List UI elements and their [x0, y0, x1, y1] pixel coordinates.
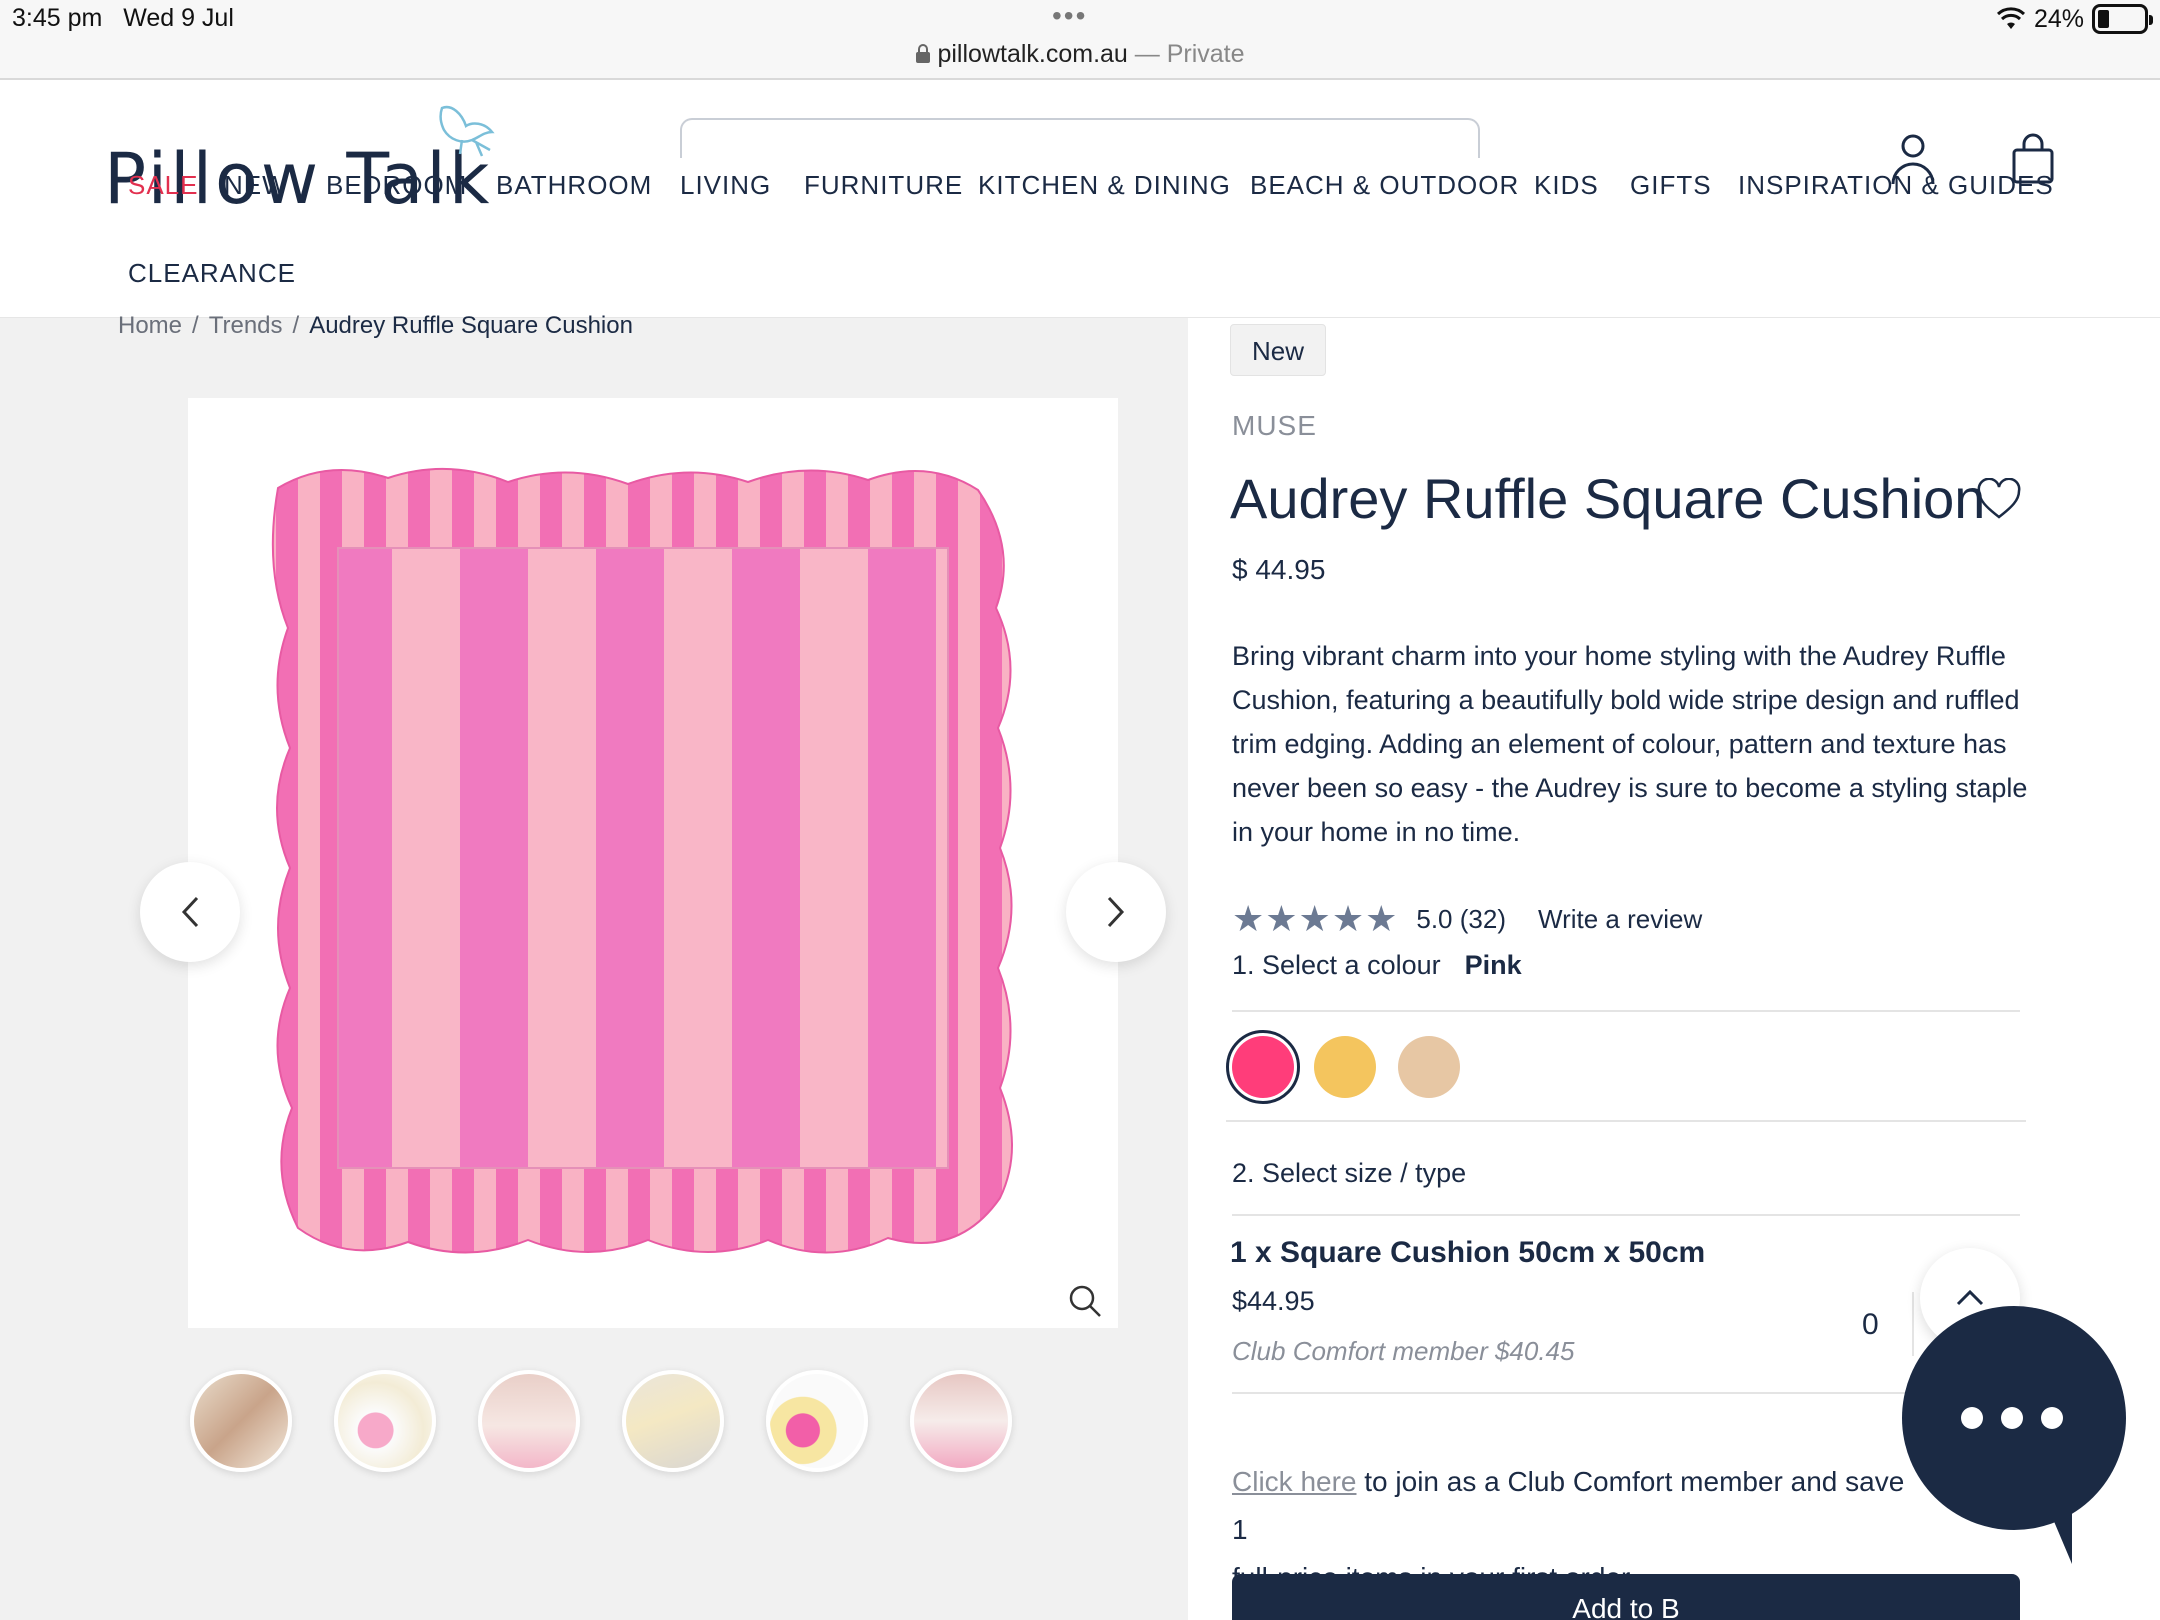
size-option-price: $44.95 — [1232, 1286, 1315, 1316]
thumbnail-1[interactable] — [190, 1370, 292, 1472]
nav-sale[interactable]: SALE — [128, 170, 199, 201]
product-description: Bring vibrant charm into your home styli… — [1232, 641, 2028, 847]
chat-button[interactable] — [1900, 1302, 2130, 1572]
nav-gifts[interactable]: GIFTS — [1630, 170, 1712, 201]
prev-image-button[interactable] — [140, 862, 240, 962]
thumbnail-6[interactable] — [910, 1370, 1012, 1472]
nav-furniture[interactable]: FURNITURE — [804, 170, 963, 201]
breadcrumb-home[interactable]: Home — [118, 312, 182, 339]
nav-new[interactable]: NEW — [224, 170, 288, 201]
breadcrumb: Home / Trends / Audrey Ruffle Square Cushion — [118, 312, 633, 340]
new-badge: New — [1230, 324, 1326, 376]
url-text: pillowtalk.com.au — [937, 40, 1128, 68]
selected-colour: Pink — [1464, 950, 1522, 980]
address-bar[interactable]: pillowtalk.com.au — Private — [0, 40, 2160, 69]
breadcrumb-separator: / — [192, 312, 199, 339]
private-label: — Private — [1127, 40, 1245, 68]
size-option-name: 1 x Square Cushion 50cm x 50cm — [1230, 1236, 1706, 1269]
add-to-bag-button[interactable]: Add to B — [1232, 1574, 2020, 1620]
swatch-pink-selected[interactable] — [1226, 1030, 1300, 1104]
thumbnail-2[interactable] — [334, 1370, 436, 1472]
status-indicators: 24% — [1996, 4, 2154, 34]
chevron-left-icon — [181, 896, 199, 928]
nav-kitchen-dining[interactable]: KITCHEN & DINING — [978, 170, 1231, 201]
rating-score: 5.0 (32) — [1416, 904, 1506, 935]
tab-handle-dots[interactable]: ••• — [1052, 0, 1087, 32]
dove-logo-icon — [439, 105, 495, 157]
nav-bathroom[interactable]: BATHROOM — [496, 170, 652, 201]
nav-living[interactable]: LIVING — [680, 170, 771, 201]
clock-date: Wed 9 Jul — [123, 4, 234, 32]
chat-dot-icon — [2001, 1407, 2023, 1429]
battery-percent: 24% — [2034, 4, 2085, 33]
write-review-link[interactable]: Write a review — [1538, 904, 1702, 935]
status-bar: 3:45 pm Wed 9 Jul ••• pillowtalk.com.au … — [0, 0, 2160, 80]
product-title: Audrey Ruffle Square Cushion — [1230, 467, 1986, 530]
quantity-value[interactable]: 0 — [1862, 1308, 1879, 1342]
product-brand[interactable]: MUSE — [1232, 410, 1317, 442]
star-rating[interactable]: ★★★★★ — [1232, 898, 1398, 940]
rating-row: ★★★★★ 5.0 (32) Write a review — [1232, 898, 1702, 940]
swatch-pink — [1232, 1036, 1294, 1098]
rating-value: 5.0 — [1416, 903, 1453, 934]
breadcrumb-current: Audrey Ruffle Square Cushion — [309, 312, 633, 339]
step1-text: 1. Select a colour — [1232, 950, 1441, 980]
swatch-yellow[interactable] — [1314, 1036, 1376, 1098]
chat-dot-icon — [2041, 1407, 2063, 1429]
nav-bedroom[interactable]: BEDROOM — [326, 170, 467, 201]
review-count: (32) — [1459, 903, 1507, 934]
account-icon[interactable] — [1888, 130, 1938, 186]
nav-clearance[interactable]: CLEARANCE — [128, 258, 296, 289]
zoom-icon[interactable] — [1068, 1284, 1102, 1318]
colour-step-label: 1. Select a colour Pink — [1232, 950, 1522, 981]
status-time: 3:45 pm Wed 9 Jul — [12, 4, 234, 33]
divider — [1232, 1214, 2020, 1216]
cushion-image — [271, 467, 1013, 1254]
wifi-icon — [1996, 7, 2026, 29]
heart-icon[interactable] — [1976, 478, 2022, 520]
chat-dot-icon — [1961, 1407, 1983, 1429]
divider — [1232, 1010, 2020, 1012]
thumbnail-3[interactable] — [478, 1370, 580, 1472]
swatch-beige[interactable] — [1398, 1036, 1460, 1098]
thumbnail-5[interactable] — [766, 1370, 868, 1472]
search-bar-outline[interactable] — [680, 118, 1480, 158]
club-join-link[interactable]: Click here — [1232, 1466, 1356, 1497]
product-price: $ 44.95 — [1232, 554, 1326, 585]
product-main-image[interactable] — [188, 398, 1118, 1328]
nav-kids[interactable]: KIDS — [1534, 170, 1599, 201]
shopping-bag-icon[interactable] — [2010, 130, 2056, 186]
battery-icon — [2092, 4, 2154, 34]
site-header: Pillow Talk SALE NEW BEDROOM BATHROOM LI… — [0, 80, 2160, 318]
nav-beach-outdoor[interactable]: BEACH & OUTDOOR — [1250, 170, 1519, 201]
breadcrumb-separator: / — [292, 312, 300, 339]
clock-time: 3:45 pm — [12, 4, 103, 32]
next-image-button[interactable] — [1066, 862, 1166, 962]
thumbnail-4[interactable] — [622, 1370, 724, 1472]
breadcrumb-trends[interactable]: Trends — [209, 312, 283, 339]
lock-icon — [916, 44, 931, 63]
size-step-label: 2. Select size / type — [1232, 1158, 1467, 1188]
divider — [1226, 1120, 2026, 1122]
chevron-right-icon — [1107, 896, 1125, 928]
club-member-price: Club Comfort member $40.45 — [1232, 1336, 1575, 1366]
